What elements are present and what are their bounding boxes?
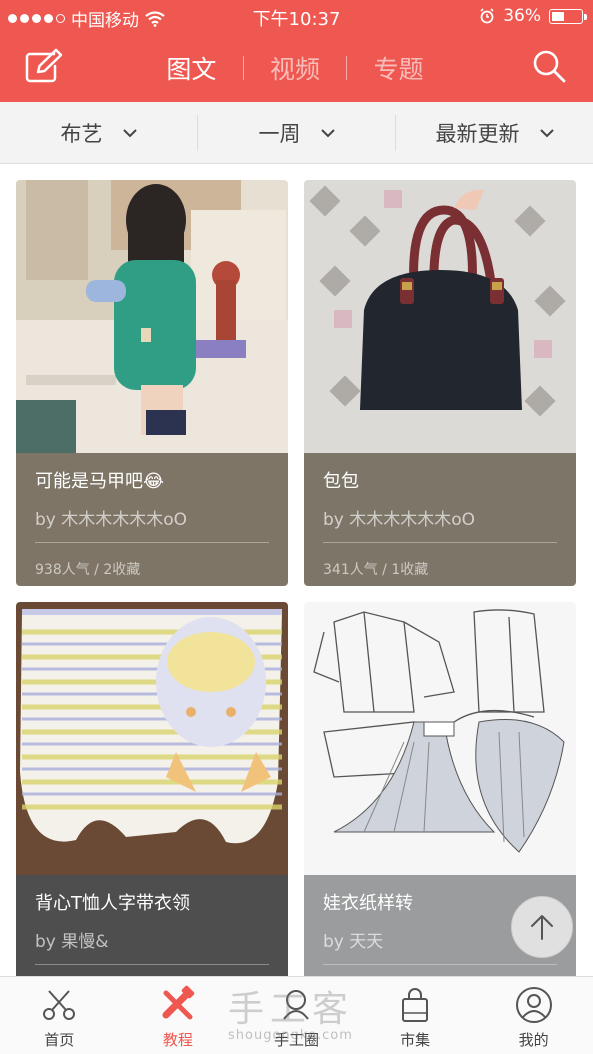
search-icon[interactable] [531,48,567,84]
card-author: by 果慢& [35,932,109,952]
nav-profile[interactable]: 我的 [474,977,593,1054]
nav-market[interactable]: 市集 [356,977,475,1054]
filter-sort[interactable]: 最新更新 [396,102,593,164]
card-image [304,180,576,453]
card-stats: 341人气 / 1收藏 [323,562,429,578]
nav-label: 首页 [44,1031,75,1049]
card-stats: 938人气 / 2收藏 [35,562,141,578]
arrow-up-icon [531,915,553,940]
tools-icon [162,985,195,1020]
nav-label: 市集 [400,1031,431,1049]
card-info: 背心T恤人字带衣领 by 果慢& [16,875,288,976]
filter-label: 一周 [258,121,301,146]
tab-tuwen[interactable]: 图文 [140,50,243,86]
card-divider [35,964,269,965]
filter-category[interactable]: 布艺 [0,102,197,164]
card-author: by 木木木木木木oO [35,510,188,530]
filter-label: 布艺 [60,121,103,146]
alarm-icon [480,8,494,24]
tab-video[interactable]: 视频 [244,50,347,86]
status-bar: 中国移动 下午10:37 36% [0,0,593,32]
card-title: 包包 [323,471,359,492]
card-image [304,602,576,875]
bottom-nav: 首页 教程 手工圈 市集 我的 [0,976,593,1054]
tutorial-card[interactable]: 包包 by 木木木木木木oO 341人气 / 1收藏 [304,180,576,586]
card-image [16,602,288,875]
card-divider [323,542,557,543]
nav-circle[interactable]: 手工圈 [237,977,356,1054]
tutorial-grid: 可能是马甲吧😂 by 木木木木木木oO 938人气 / 2收藏 包包 by 木木… [0,164,593,976]
header-nav: 图文 视频 专题 [0,36,593,98]
card-divider [35,542,269,543]
battery-percent: 36% [503,6,541,26]
chevron-down-icon [320,128,335,137]
nav-tutorial[interactable]: 教程 [119,977,238,1054]
card-title: 背心T恤人字带衣领 [35,893,190,914]
tab-topic[interactable]: 专题 [347,50,450,86]
tutorial-card[interactable]: 可能是马甲吧😂 by 木木木木木木oO 938人气 / 2收藏 [16,180,288,586]
nav-label: 教程 [162,1031,193,1049]
scroll-to-top-button[interactable] [511,896,573,958]
card-info: 包包 by 木木木木木木oO 341人气 / 1收藏 [304,453,576,586]
content-tabs: 图文 视频 专题 [140,48,450,88]
card-info: 可能是马甲吧😂 by 木木木木木木oO 938人气 / 2收藏 [16,453,288,586]
status-right: 36% [479,6,587,26]
app: 中国移动 下午10:37 36% 图文 视频 专题 布艺 一周 最新更新 可能是… [0,0,593,1054]
scissors-icon [43,990,76,1020]
shopping-bag-icon [402,988,429,1022]
card-image [16,180,288,453]
filter-label: 最新更新 [435,121,520,146]
nav-label: 手工圈 [273,1031,319,1049]
edit-icon[interactable] [24,48,64,84]
user-icon [515,987,552,1023]
chevron-down-icon [122,128,137,137]
nav-label: 我的 [518,1031,549,1049]
card-author: by 木木木木木木oO [323,510,476,530]
filter-bar: 布艺 一周 最新更新 [0,102,593,164]
chevron-down-icon [539,128,554,137]
filter-time[interactable]: 一周 [198,102,395,164]
nav-home[interactable]: 首页 [0,977,119,1054]
circle-icon [283,990,310,1020]
top-bar: 中国移动 下午10:37 36% 图文 视频 专题 [0,0,593,102]
card-divider [323,964,557,965]
card-title: 可能是马甲吧😂 [35,471,165,492]
battery-icon [549,8,587,24]
tutorial-card[interactable]: 背心T恤人字带衣领 by 果慢& [16,602,288,976]
